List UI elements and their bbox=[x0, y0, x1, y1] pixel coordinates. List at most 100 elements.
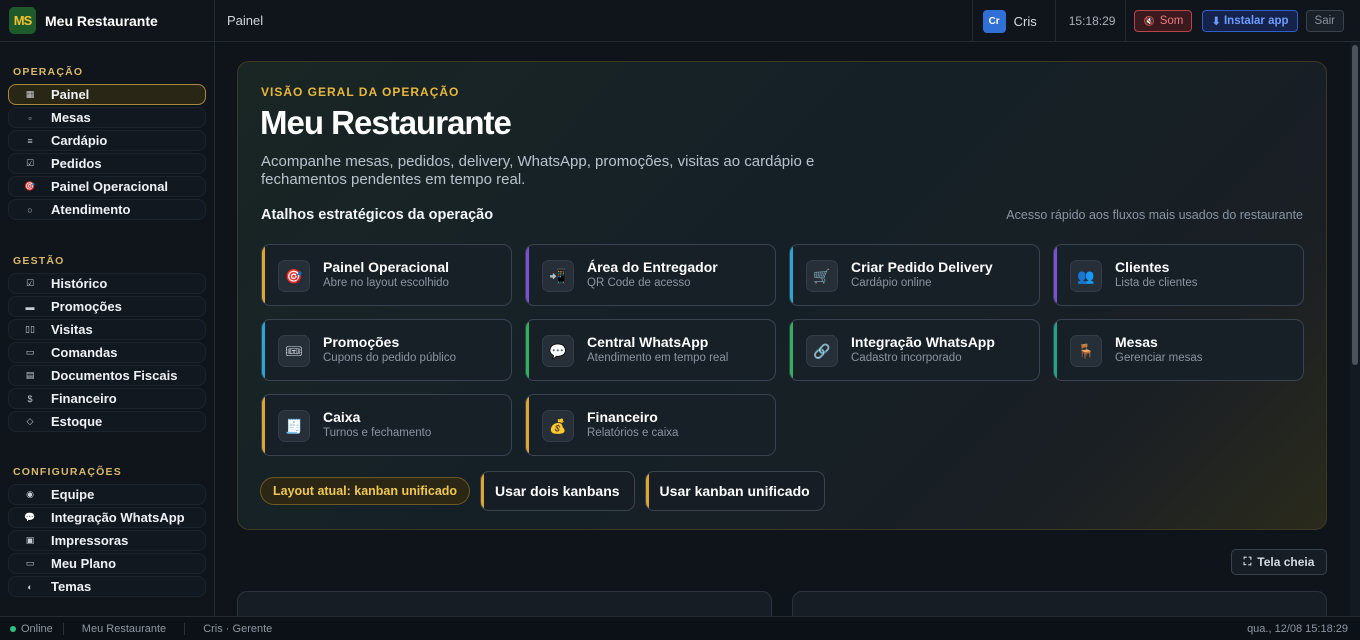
sidebar-item-estoque[interactable]: ◇ Estoque bbox=[8, 411, 206, 432]
sidebar-item-pedidos[interactable]: ☑ Pedidos bbox=[8, 153, 206, 174]
shortcut-subtitle: Relatórios e caixa bbox=[587, 427, 679, 439]
shortcut-card-mesas[interactable]: 🪑 Mesas Gerenciar mesas bbox=[1053, 319, 1304, 381]
shortcut-card-area-do-entregador[interactable]: 📲 Área do Entregador QR Code de acesso bbox=[525, 244, 776, 306]
shortcut-title: Financeiro bbox=[587, 409, 658, 425]
dollar-icon: $ bbox=[27, 393, 33, 404]
sidebar-item-label: Comandas bbox=[51, 345, 118, 360]
sidebar-item-label: Mesas bbox=[51, 110, 91, 125]
cart-icon: 🛒 bbox=[806, 260, 838, 292]
sidebar-item-impressoras[interactable]: ▣ Impressoras bbox=[8, 530, 206, 551]
shortcut-card-criar-pedido-delivery[interactable]: 🛒 Criar Pedido Delivery Cardápio online bbox=[789, 244, 1040, 306]
page-title: Meu Restaurante bbox=[260, 104, 512, 141]
shortcuts-title: Atalhos estratégicos da operação bbox=[261, 207, 494, 223]
button-accent bbox=[645, 472, 649, 510]
sidebar-item-temas[interactable]: ◐ Temas bbox=[8, 576, 206, 597]
breadcrumb: Painel bbox=[227, 13, 264, 28]
shortcut-title: Caixa bbox=[323, 409, 361, 425]
shortcut-card-central-whatsapp[interactable]: 💬 Central WhatsApp Atendimento em tempo re… bbox=[525, 319, 776, 381]
topbar-divider bbox=[1054, 0, 1056, 42]
card-accent bbox=[790, 245, 793, 305]
sidebar-item-label: Impressoras bbox=[51, 533, 129, 548]
overview-eyebrow: VISÃO GERAL DA OPERAÇÃO bbox=[261, 85, 460, 99]
sidebar-item-documentos-fiscais[interactable]: ▤ Documentos Fiscais bbox=[8, 365, 206, 386]
chat-icon: 💬 bbox=[542, 335, 574, 367]
nav-section-title: GESTÃO bbox=[13, 255, 65, 267]
shortcut-card-painel-operacional[interactable]: 🎯 Painel Operacional Abre no layout escolh… bbox=[261, 244, 512, 306]
printer-icon: ▣ bbox=[25, 535, 35, 545]
sidebar-item-cardapio[interactable]: ≡ Cardápio bbox=[8, 130, 206, 151]
fullscreen-label: Tela cheia bbox=[1257, 555, 1315, 569]
topbar-divider bbox=[971, 0, 983, 42]
sidebar-item-label: Equipe bbox=[51, 487, 95, 502]
topbar-actions: Cr Cris 15:18:29 🔇 Som ⬇ Instalar app Sa… bbox=[971, 0, 1344, 42]
topbar-divider bbox=[1125, 0, 1127, 42]
sidebar-item-meu-plano[interactable]: ▭ Meu Plano bbox=[8, 553, 206, 574]
table-icon: ▫ bbox=[28, 112, 32, 123]
grid-icon: ▦ bbox=[25, 89, 35, 99]
sidebar-item-mesas[interactable]: ▫ Mesas bbox=[8, 107, 206, 128]
card-accent bbox=[526, 320, 529, 380]
nav-section: OPERAÇÃO ▦ Painel ▫ Mesas ≡ Cardápio ☑ Pedidos 🎯 P… bbox=[0, 66, 214, 222]
sidebar-item-label: Cardápio bbox=[51, 133, 108, 148]
sidebar-item-label: Atendimento bbox=[51, 202, 131, 217]
avatar[interactable]: Cr bbox=[982, 9, 1006, 33]
link-icon: 🔗 bbox=[806, 335, 838, 367]
user-name[interactable]: Cris bbox=[1014, 14, 1037, 29]
sound-button[interactable]: 🔇 Som bbox=[1134, 10, 1193, 32]
card-accent bbox=[262, 320, 265, 380]
clock: 15:18:29 bbox=[1068, 14, 1116, 28]
status-datetime: qua., 12/08 15:18:29 bbox=[1247, 623, 1348, 635]
sidebar-item-integracao-whatsapp[interactable]: 💬 Integração WhatsApp bbox=[8, 507, 206, 528]
sidebar-item-label: Painel Operacional bbox=[51, 179, 169, 194]
fullscreen-button[interactable]: ⛶ Tela cheia bbox=[1231, 549, 1327, 575]
shortcut-title: Clientes bbox=[1115, 259, 1170, 275]
nav-section: CONFIGURAÇÕES ◉ Equipe 💬 Integração WhatsApp… bbox=[0, 466, 214, 599]
sidebar-item-painel-operacional[interactable]: 🎯 Painel Operacional bbox=[8, 176, 206, 197]
overview-description: Acompanhe mesas, pedidos, delivery, What… bbox=[261, 153, 815, 188]
sidebar-item-label: Promoções bbox=[51, 299, 122, 314]
scrollbar-thumb[interactable] bbox=[1352, 45, 1358, 365]
shortcut-title: Área do Entregador bbox=[587, 259, 718, 275]
target-icon: 🎯 bbox=[278, 260, 310, 292]
scrollbar[interactable] bbox=[1350, 42, 1360, 616]
shortcut-subtitle: Cupons do pedido público bbox=[323, 352, 456, 364]
sound-label: Som bbox=[1159, 15, 1184, 27]
nav-section-title: CONFIGURAÇÕES bbox=[13, 466, 122, 478]
sidebar-item-promocoes[interactable]: ▬ Promoções bbox=[8, 296, 206, 317]
unified-kanban-label: Usar kanban unificado bbox=[659, 483, 810, 499]
sidebar-item-financeiro[interactable]: $ Financeiro bbox=[8, 388, 206, 409]
sidebar-item-label: Painel bbox=[51, 87, 90, 102]
shortcut-subtitle: Cardápio online bbox=[851, 277, 932, 289]
menu-icon: ≡ bbox=[27, 135, 33, 146]
shortcut-card-promocoes[interactable]: 🎟 Promoções Cupons do pedido público bbox=[261, 319, 512, 381]
circle-icon: ○ bbox=[27, 204, 33, 215]
sidebar-item-historico[interactable]: ☑ Histórico bbox=[8, 273, 206, 294]
nav-section: GESTÃO ☑ Histórico ▬ Promoções ▯▯ Visitas ▭ Coma… bbox=[0, 255, 214, 434]
shortcut-card-integracao-whatsapp[interactable]: 🔗 Integração WhatsApp Cadastro incorporado bbox=[789, 319, 1040, 381]
install-app-button[interactable]: ⬇ Instalar app bbox=[1202, 10, 1298, 32]
sidebar-item-equipe[interactable]: ◉ Equipe bbox=[8, 484, 206, 505]
sidebar-item-painel[interactable]: ▦ Painel bbox=[8, 84, 206, 105]
two-kanbans-button[interactable]: Usar dois kanbans bbox=[480, 471, 635, 511]
sidebar-item-visitas[interactable]: ▯▯ Visitas bbox=[8, 319, 206, 340]
ticket-icon: ▬ bbox=[25, 301, 35, 312]
shortcut-subtitle: Turnos e fechamento bbox=[323, 427, 432, 439]
shortcut-subtitle: QR Code de acesso bbox=[587, 277, 691, 289]
shortcut-card-caixa[interactable]: 🧾 Caixa Turnos e fechamento bbox=[261, 394, 512, 456]
sidebar-item-label: Temas bbox=[51, 579, 92, 594]
shortcut-card-financeiro[interactable]: 💰 Financeiro Relatórios e caixa bbox=[525, 394, 776, 456]
diamond-icon: ◇ bbox=[26, 416, 34, 426]
logout-button[interactable]: Sair bbox=[1305, 10, 1344, 32]
sidebar-item-label: Meu Plano bbox=[51, 556, 117, 571]
brand[interactable]: MS Meu Restaurante bbox=[0, 0, 214, 42]
sidebar-item-comandas[interactable]: ▭ Comandas bbox=[8, 342, 206, 363]
team-icon: ◉ bbox=[26, 489, 34, 499]
shortcut-card-clientes[interactable]: 👥 Clientes Lista de clientes bbox=[1053, 244, 1304, 306]
unified-kanban-button[interactable]: Usar kanban unificado bbox=[644, 471, 825, 511]
target-icon: 🎯 bbox=[24, 181, 36, 191]
card-accent bbox=[1054, 245, 1057, 305]
sidebar-item-atendimento[interactable]: ○ Atendimento bbox=[8, 199, 206, 220]
download-icon: ⬇ bbox=[1211, 16, 1221, 28]
sidebar-item-label: Pedidos bbox=[51, 156, 102, 171]
document-icon: ▤ bbox=[25, 370, 35, 380]
